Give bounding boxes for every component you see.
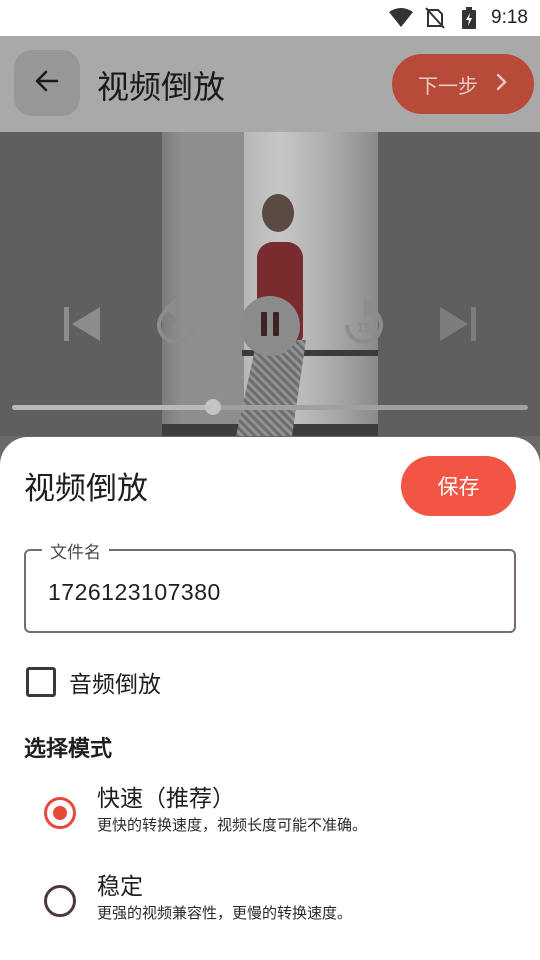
forward-15-icon: 15 [340, 296, 388, 352]
pause-button[interactable] [240, 296, 300, 356]
no-sim-icon [423, 6, 447, 30]
wifi-icon [389, 6, 414, 30]
skip-next-icon [438, 305, 478, 347]
battery-charging-icon [457, 6, 481, 30]
forward-seconds-label: 15 [357, 320, 371, 335]
reverse-settings-sheet: 视频倒放 保存 文件名 音频倒放 选择模式 快速（推荐） 更快的转换速度，视频长… [0, 437, 540, 960]
seek-bar[interactable] [12, 399, 528, 415]
forward-button[interactable]: 15 [340, 298, 388, 350]
mode-section-title: 选择模式 [24, 737, 113, 762]
video-preview[interactable] [162, 132, 378, 436]
mode-option-fast[interactable]: 快速（推荐） 更快的转换速度，视频长度可能不准确。 [44, 779, 514, 839]
mode-option-stable[interactable]: 稳定 更强的视频兼容性，更慢的转换速度。 [44, 867, 514, 927]
chevron-right-icon [496, 72, 508, 96]
skip-previous-icon [62, 305, 102, 347]
mode-fast-description: 更快的转换速度，视频长度可能不准确。 [97, 816, 368, 834]
skip-previous-button[interactable] [60, 304, 104, 348]
rewind-seconds-label: 5 [172, 320, 179, 335]
filename-input[interactable] [48, 575, 488, 609]
arrow-left-icon [33, 67, 61, 99]
rewind-button[interactable]: 5 [152, 298, 200, 350]
mode-fast-title: 快速（推荐） [97, 786, 235, 812]
save-button[interactable]: 保存 [401, 456, 516, 516]
next-step-button[interactable]: 下一步 [392, 54, 534, 114]
seek-bar-played [12, 405, 214, 410]
back-button[interactable] [14, 50, 80, 116]
video-person-head [262, 194, 294, 232]
player-controls: 5 15 [0, 290, 540, 360]
pause-icon [259, 311, 281, 341]
mode-fast-radio[interactable] [44, 797, 76, 829]
mode-stable-title: 稳定 [97, 874, 143, 900]
screen: 9:18 视频倒放 下一步 5 15 视频倒放 保存 文件名 172612310… [0, 0, 540, 960]
audio-reverse-label: 音频倒放 [69, 672, 161, 698]
audio-reverse-checkbox[interactable] [26, 667, 56, 697]
next-step-label: 下一步 [418, 73, 478, 98]
rewind-5-icon: 5 [152, 296, 200, 352]
filename-label: 文件名 [42, 538, 109, 563]
clock: 9:18 [491, 7, 528, 28]
audio-reverse-row[interactable]: 音频倒放 [26, 665, 161, 699]
page-title: 视频倒放 [97, 68, 226, 106]
video-door [184, 132, 244, 436]
mode-stable-description: 更强的视频兼容性，更慢的转换速度。 [97, 904, 353, 922]
sheet-title: 视频倒放 [24, 471, 148, 507]
skip-next-button[interactable] [436, 304, 480, 348]
filename-field: 文件名 [24, 538, 516, 633]
mode-stable-radio[interactable] [44, 885, 76, 917]
status-bar: 9:18 [0, 0, 540, 36]
top-app-bar: 视频倒放 下一步 [0, 36, 540, 132]
